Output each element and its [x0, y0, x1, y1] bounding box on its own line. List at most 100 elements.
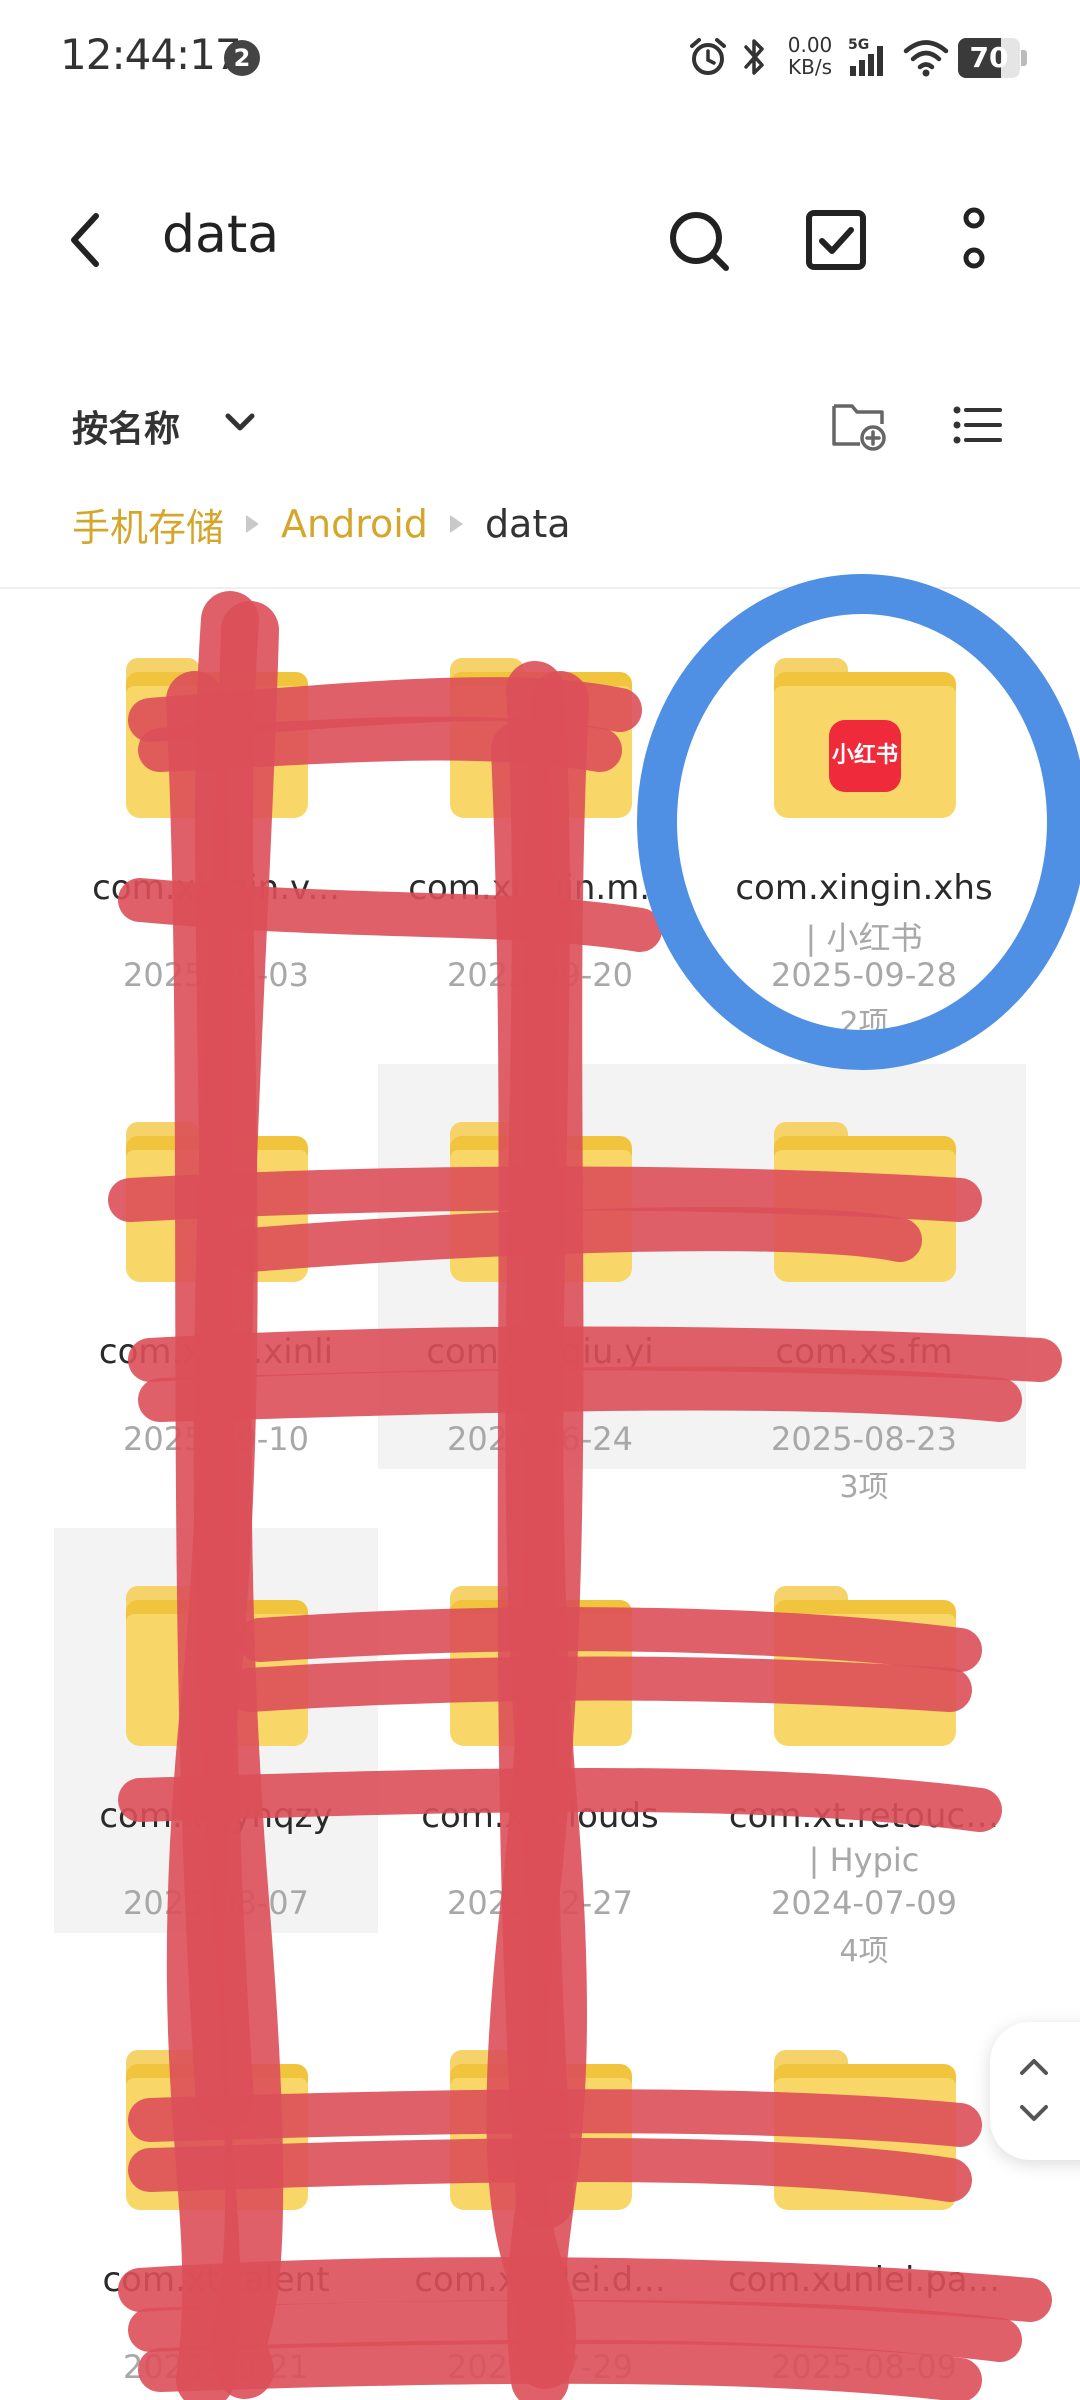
search-icon[interactable]	[658, 200, 738, 280]
xiaohongshu-app-icon: 小红书	[829, 720, 901, 792]
alarm-icon	[690, 38, 726, 75]
divider	[0, 587, 1080, 589]
folder-name: com.xt.clouds	[421, 1796, 659, 1836]
folder-body	[774, 2078, 956, 2210]
folder-date: 2024-07-09	[771, 1884, 957, 1922]
folder-name: com.xs.ynqzy	[99, 1796, 333, 1836]
battery-icon: 70	[958, 38, 1020, 78]
folder-item[interactable]: 小红书 com.xingin.xhs | 小红书 2025-09-28 2项	[702, 600, 1026, 1041]
folder-item[interactable]: com.xt.clouds 2025-02-27	[378, 1528, 702, 1933]
list-view-icon[interactable]	[950, 398, 1006, 452]
chevron-down-icon[interactable]	[220, 402, 260, 442]
folder-date: 2025-08-07	[123, 1884, 309, 1922]
folder-icon	[450, 658, 632, 818]
folder-icon	[774, 2050, 956, 2210]
folder-date: 2025-02-27	[447, 1884, 633, 1922]
folder-item[interactable]: com.xingin.v... 2025-09-03	[54, 600, 378, 1005]
file-manager-screen: 12:44:17 2 0.00 KB/s 5G 70 data 按名称 手机存储…	[0, 0, 1080, 2400]
bluetooth-icon	[744, 39, 764, 75]
folder-date: 2025-08-23	[771, 1420, 957, 1458]
more-vertical-icon[interactable]	[934, 200, 1014, 280]
folder-item[interactable]: com.xs.fm 2025-08-23 3项	[702, 1064, 1026, 1505]
folder-date: 2025-09-28	[771, 956, 957, 994]
folder-date: 2025-09-03	[123, 956, 309, 994]
folder-icon: 小红书	[774, 658, 956, 818]
folder-app-label: | Hypic	[808, 1841, 920, 1879]
folder-item[interactable]: com.xs.ynqzy 2025-08-07	[54, 1528, 378, 1933]
battery-tip	[1021, 50, 1027, 66]
folder-item[interactable]: com.xinli.xinli 2025-09-10	[54, 1064, 378, 1469]
wifi-icon	[903, 40, 949, 77]
folder-date: 2025-09-21	[123, 2348, 309, 2386]
folder-name: com.xs.fm	[775, 1332, 953, 1372]
battery-level: 70	[969, 41, 1009, 74]
folder-name: com.xingin.xhs	[735, 868, 993, 908]
folder-item-count: 3项	[839, 1470, 889, 1505]
folder-body	[450, 1150, 632, 1282]
signal-icon: 5G	[848, 37, 883, 76]
folder-icon	[450, 1586, 632, 1746]
folder-icon	[774, 1586, 956, 1746]
folder-icon	[450, 2050, 632, 2210]
folder-grid: com.xingin.v... 2025-09-03 com.xingin.m...…	[54, 600, 1026, 2400]
folder-date: 2025-09-10	[123, 1420, 309, 1458]
folder-body	[126, 1150, 308, 1282]
folder-body	[450, 2078, 632, 2210]
folder-body	[774, 1614, 956, 1746]
notification-count-badge: 2	[224, 40, 260, 76]
breadcrumb-item[interactable]: Android	[281, 502, 428, 546]
folder-name: com.xingin.m...	[408, 868, 672, 908]
folder-date: 2024-06-24	[447, 1420, 633, 1458]
select-checkbox-icon[interactable]	[796, 200, 876, 280]
chevron-down-small-icon[interactable]	[1016, 2098, 1052, 2128]
folder-name: com.xinqiu.yi	[426, 1332, 654, 1372]
folder-item[interactable]: com.xt.retouc… | Hypic 2024-07-09 4项	[702, 1528, 1026, 1969]
folder-item[interactable]: com.xinqiu.yi 2024-06-24	[378, 1064, 702, 1469]
page-title: data	[162, 205, 280, 265]
folder-date: 2025-09-20	[447, 956, 633, 994]
folder-item[interactable]: com.xt.talent 2025-09-21	[54, 1992, 378, 2397]
signal-label: 5G	[848, 37, 869, 53]
folder-body	[126, 2078, 308, 2210]
folder-name: com.xingin.v...	[92, 868, 340, 908]
folder-name: com.xinli.xinli	[98, 1332, 334, 1372]
folder-date: 2025-07-29	[447, 2348, 633, 2386]
folder-body	[450, 686, 632, 818]
back-arrow-icon[interactable]	[56, 200, 116, 280]
breadcrumb-item[interactable]: 手机存储	[72, 497, 224, 552]
breadcrumb: 手机存储 Android data	[72, 496, 571, 552]
breadcrumb-item: data	[484, 502, 571, 546]
folder-body	[774, 1150, 956, 1282]
folder-body	[126, 686, 308, 818]
folder-icon	[126, 658, 308, 818]
folder-item[interactable]: com.xingin.m... 2025-09-20	[378, 600, 702, 1005]
folder-name: com.xunlei.d...	[414, 2260, 666, 2300]
folder-item-count: 2项	[839, 1006, 889, 1041]
folder-app-label: | 小红书	[805, 919, 923, 957]
folder-body	[126, 1614, 308, 1746]
breadcrumb-separator-icon	[246, 515, 260, 533]
folder-icon	[126, 1586, 308, 1746]
folder-icon	[450, 1122, 632, 1282]
fast-scroll-handle[interactable]	[990, 2022, 1080, 2160]
folder-name: com.xunlei.pa...	[727, 2260, 1001, 2300]
status-bar: 12:44:17 2 0.00 KB/s 5G 70	[0, 0, 1080, 120]
chevron-up-icon[interactable]	[1016, 2052, 1052, 2082]
net-speed-value: 0.00	[787, 33, 833, 57]
folder-name: com.xt.talent	[102, 2260, 330, 2300]
net-speed: 0.00 KB/s	[784, 34, 836, 78]
folder-icon	[126, 1122, 308, 1282]
folder-name: com.xt.retouc…	[728, 1796, 1000, 1836]
folder-item[interactable]: com.xunlei.d... 2025-07-29	[378, 1992, 702, 2397]
folder-date: 2025-08-09	[771, 2348, 957, 2386]
new-folder-icon[interactable]	[830, 398, 890, 452]
sort-by-name-button[interactable]: 按名称	[72, 400, 180, 452]
folder-item[interactable]: com.xunlei.pa... 2025-08-09	[702, 1992, 1026, 2397]
folder-item-count: 4项	[839, 1934, 889, 1969]
net-speed-unit: KB/s	[788, 55, 832, 79]
folder-body	[450, 1614, 632, 1746]
folder-icon	[126, 2050, 308, 2210]
breadcrumb-separator-icon	[449, 515, 463, 533]
status-time: 12:44:17	[60, 30, 242, 79]
folder-icon	[774, 1122, 956, 1282]
